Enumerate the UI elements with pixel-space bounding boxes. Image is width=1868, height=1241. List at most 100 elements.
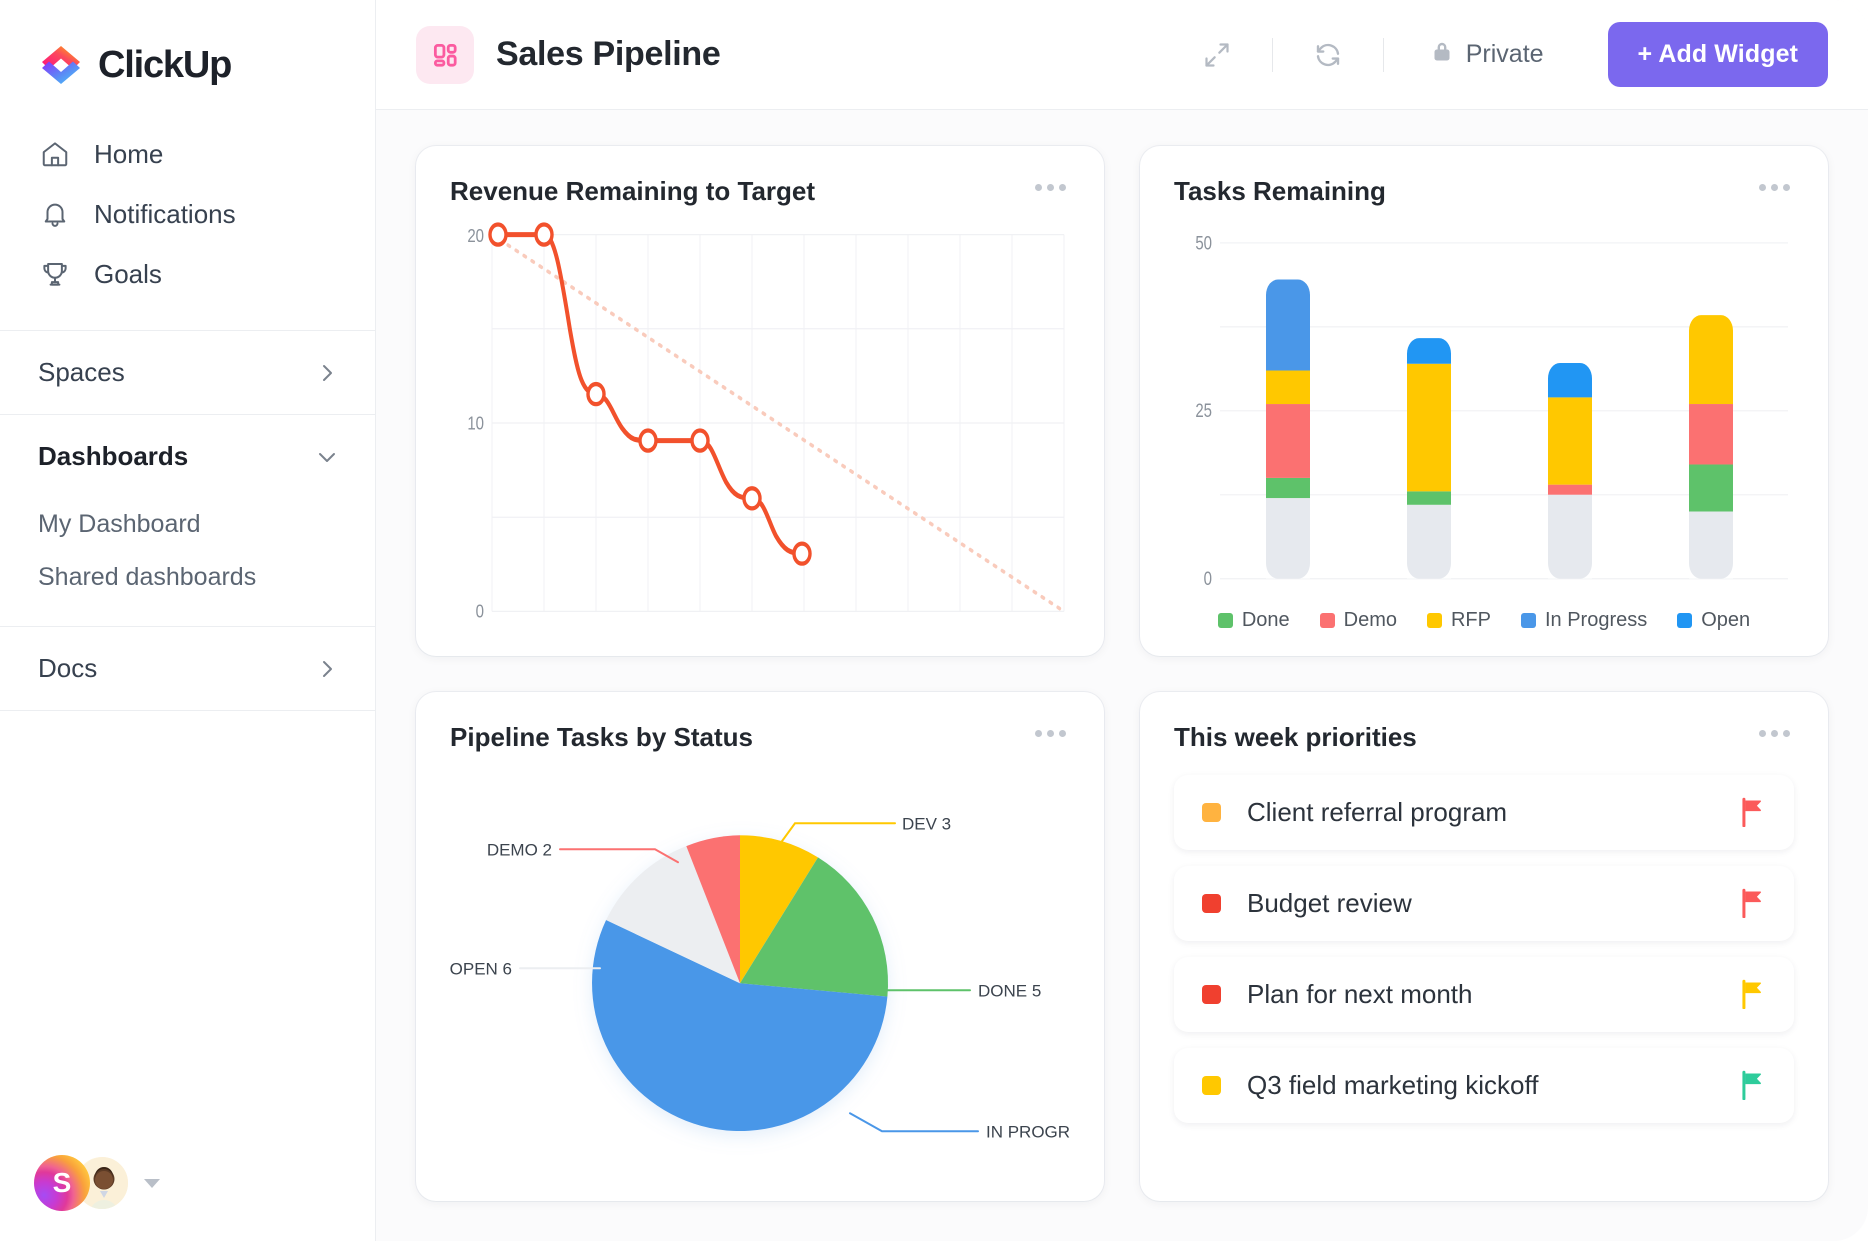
list-item[interactable]: Plan for next month — [1174, 957, 1794, 1032]
sidebar-item-dashboards[interactable]: Dashboards — [0, 415, 375, 498]
pie-label-open: OPEN 6 — [450, 959, 512, 978]
pie-leader-in-progress — [850, 1113, 978, 1131]
svg-text:20: 20 — [467, 226, 484, 247]
pipeline-pie-chart: DEV 3 DONE 5 IN PROGRESS 18 OPEN 6 DEMO … — [450, 763, 1070, 1178]
chevron-right-icon — [317, 363, 337, 383]
more-options-icon[interactable] — [1031, 722, 1070, 745]
svg-text:25: 25 — [1195, 399, 1212, 421]
sidebar-section-label: Docs — [38, 653, 97, 684]
legend-label: Done — [1242, 609, 1290, 632]
task-name: Budget review — [1247, 888, 1738, 919]
revenue-chart: 20 10 0 — [450, 217, 1070, 632]
sidebar-item-goals[interactable]: Goals — [0, 244, 375, 304]
widget-header: This week priorities — [1174, 722, 1794, 753]
sidebar-footer: S — [0, 1155, 375, 1241]
sidebar-item-shared-dashboards[interactable]: Shared dashboards — [0, 551, 375, 604]
legend-label: In Progress — [1545, 609, 1647, 632]
workspace-avatar[interactable]: S — [34, 1155, 90, 1211]
widget-header: Revenue Remaining to Target — [450, 176, 1070, 207]
svg-text:0: 0 — [1204, 567, 1212, 589]
divider — [1272, 38, 1273, 72]
chevron-right-icon — [317, 659, 337, 679]
divider — [0, 710, 375, 711]
dashboards-group: Dashboards My Dashboard Shared dashboard… — [0, 415, 375, 626]
widget-title: This week priorities — [1174, 722, 1417, 753]
chevron-down-icon — [317, 447, 337, 467]
legend-item-rfp[interactable]: RFP — [1427, 609, 1491, 632]
account-switcher[interactable]: S — [34, 1155, 160, 1211]
dashboard-grid-icon — [416, 26, 474, 84]
tasks-chart: 50 25 0 — [1174, 217, 1794, 605]
brand-logo[interactable]: ClickUp — [0, 0, 375, 118]
status-dot[interactable] — [1202, 1076, 1221, 1095]
legend-item-open[interactable]: Open — [1677, 609, 1750, 632]
trophy-icon — [38, 257, 72, 291]
clickup-logo-icon — [38, 42, 84, 88]
privacy-label: Private — [1466, 40, 1544, 69]
expand-arrows-icon[interactable] — [1194, 32, 1240, 78]
status-dot[interactable] — [1202, 894, 1221, 913]
widget-header: Tasks Remaining — [1174, 176, 1794, 207]
bell-icon — [38, 197, 72, 231]
pie-slices — [592, 835, 888, 1131]
svg-text:0: 0 — [476, 601, 484, 622]
widget-tasks-remaining: Tasks Remaining 50 25 — [1140, 146, 1828, 656]
legend-swatch — [1677, 613, 1692, 628]
home-icon — [38, 137, 72, 171]
more-options-icon[interactable] — [1755, 722, 1794, 745]
more-options-icon[interactable] — [1031, 176, 1070, 199]
legend-label: RFP — [1451, 609, 1491, 632]
priority-flag-icon[interactable] — [1738, 797, 1766, 827]
more-options-icon[interactable] — [1755, 176, 1794, 199]
lock-icon — [1430, 38, 1454, 71]
status-dot[interactable] — [1202, 985, 1221, 1004]
svg-text:50: 50 — [1195, 231, 1212, 253]
widget-revenue-remaining: Revenue Remaining to Target — [416, 146, 1104, 656]
widget-title: Tasks Remaining — [1174, 176, 1386, 207]
list-item[interactable]: Client referral program — [1174, 775, 1794, 850]
pie-label-dev: DEV 3 — [902, 814, 951, 833]
main-content: Sales Pipeline — [376, 0, 1868, 1241]
pie-leader-dev — [779, 823, 895, 845]
task-name: Q3 field marketing kickoff — [1247, 1070, 1738, 1101]
sidebar-item-docs[interactable]: Docs — [0, 627, 375, 710]
legend-label: Demo — [1344, 609, 1397, 632]
priority-flag-icon[interactable] — [1738, 979, 1766, 1009]
sidebar-item-spaces[interactable]: Spaces — [0, 331, 375, 414]
legend-item-demo[interactable]: Demo — [1320, 609, 1397, 632]
list-item[interactable]: Q3 field marketing kickoff — [1174, 1048, 1794, 1123]
pipeline-pie-svg: DEV 3 DONE 5 IN PROGRESS 18 OPEN 6 DEMO … — [450, 763, 1070, 1178]
widget-header: Pipeline Tasks by Status — [450, 722, 1070, 753]
sidebar-item-label: Goals — [94, 259, 162, 290]
sidebar-item-my-dashboard[interactable]: My Dashboard — [0, 498, 375, 551]
sidebar-item-home[interactable]: Home — [0, 124, 375, 184]
sidebar-section-label: Spaces — [38, 357, 125, 388]
add-widget-button[interactable]: + Add Widget — [1608, 22, 1828, 87]
svg-text:10: 10 — [467, 413, 484, 434]
brand-name: ClickUp — [98, 44, 231, 87]
status-dot[interactable] — [1202, 803, 1221, 822]
priority-flag-icon[interactable] — [1738, 1070, 1766, 1100]
bar-2 — [1407, 338, 1451, 579]
primary-nav: Home Notifications — [0, 118, 375, 330]
chevron-down-icon[interactable] — [144, 1179, 160, 1188]
privacy-toggle[interactable]: Private — [1416, 30, 1558, 79]
chart-legend: Done Demo RFP In Progress — [1174, 605, 1794, 632]
widget-title: Pipeline Tasks by Status — [450, 722, 753, 753]
widget-this-week-priorities: This week priorities Client referral pro… — [1140, 692, 1828, 1202]
page-title: Sales Pipeline — [496, 35, 720, 74]
sidebar-section-label: Dashboards — [38, 441, 188, 472]
legend-item-in-progress[interactable]: In Progress — [1521, 609, 1647, 632]
bar-1 — [1266, 280, 1310, 579]
sidebar: ClickUp Home Notific — [0, 0, 376, 1241]
legend-item-done[interactable]: Done — [1218, 609, 1290, 632]
widget-pipeline-by-status: Pipeline Tasks by Status — [416, 692, 1104, 1202]
refresh-icon[interactable] — [1305, 32, 1351, 78]
bar-4 — [1689, 315, 1733, 578]
pie-label-done: DONE 5 — [978, 981, 1041, 1000]
sidebar-item-notifications[interactable]: Notifications — [0, 184, 375, 244]
list-item[interactable]: Budget review — [1174, 866, 1794, 941]
task-name: Client referral program — [1247, 797, 1738, 828]
widget-title: Revenue Remaining to Target — [450, 176, 815, 207]
priority-flag-icon[interactable] — [1738, 888, 1766, 918]
